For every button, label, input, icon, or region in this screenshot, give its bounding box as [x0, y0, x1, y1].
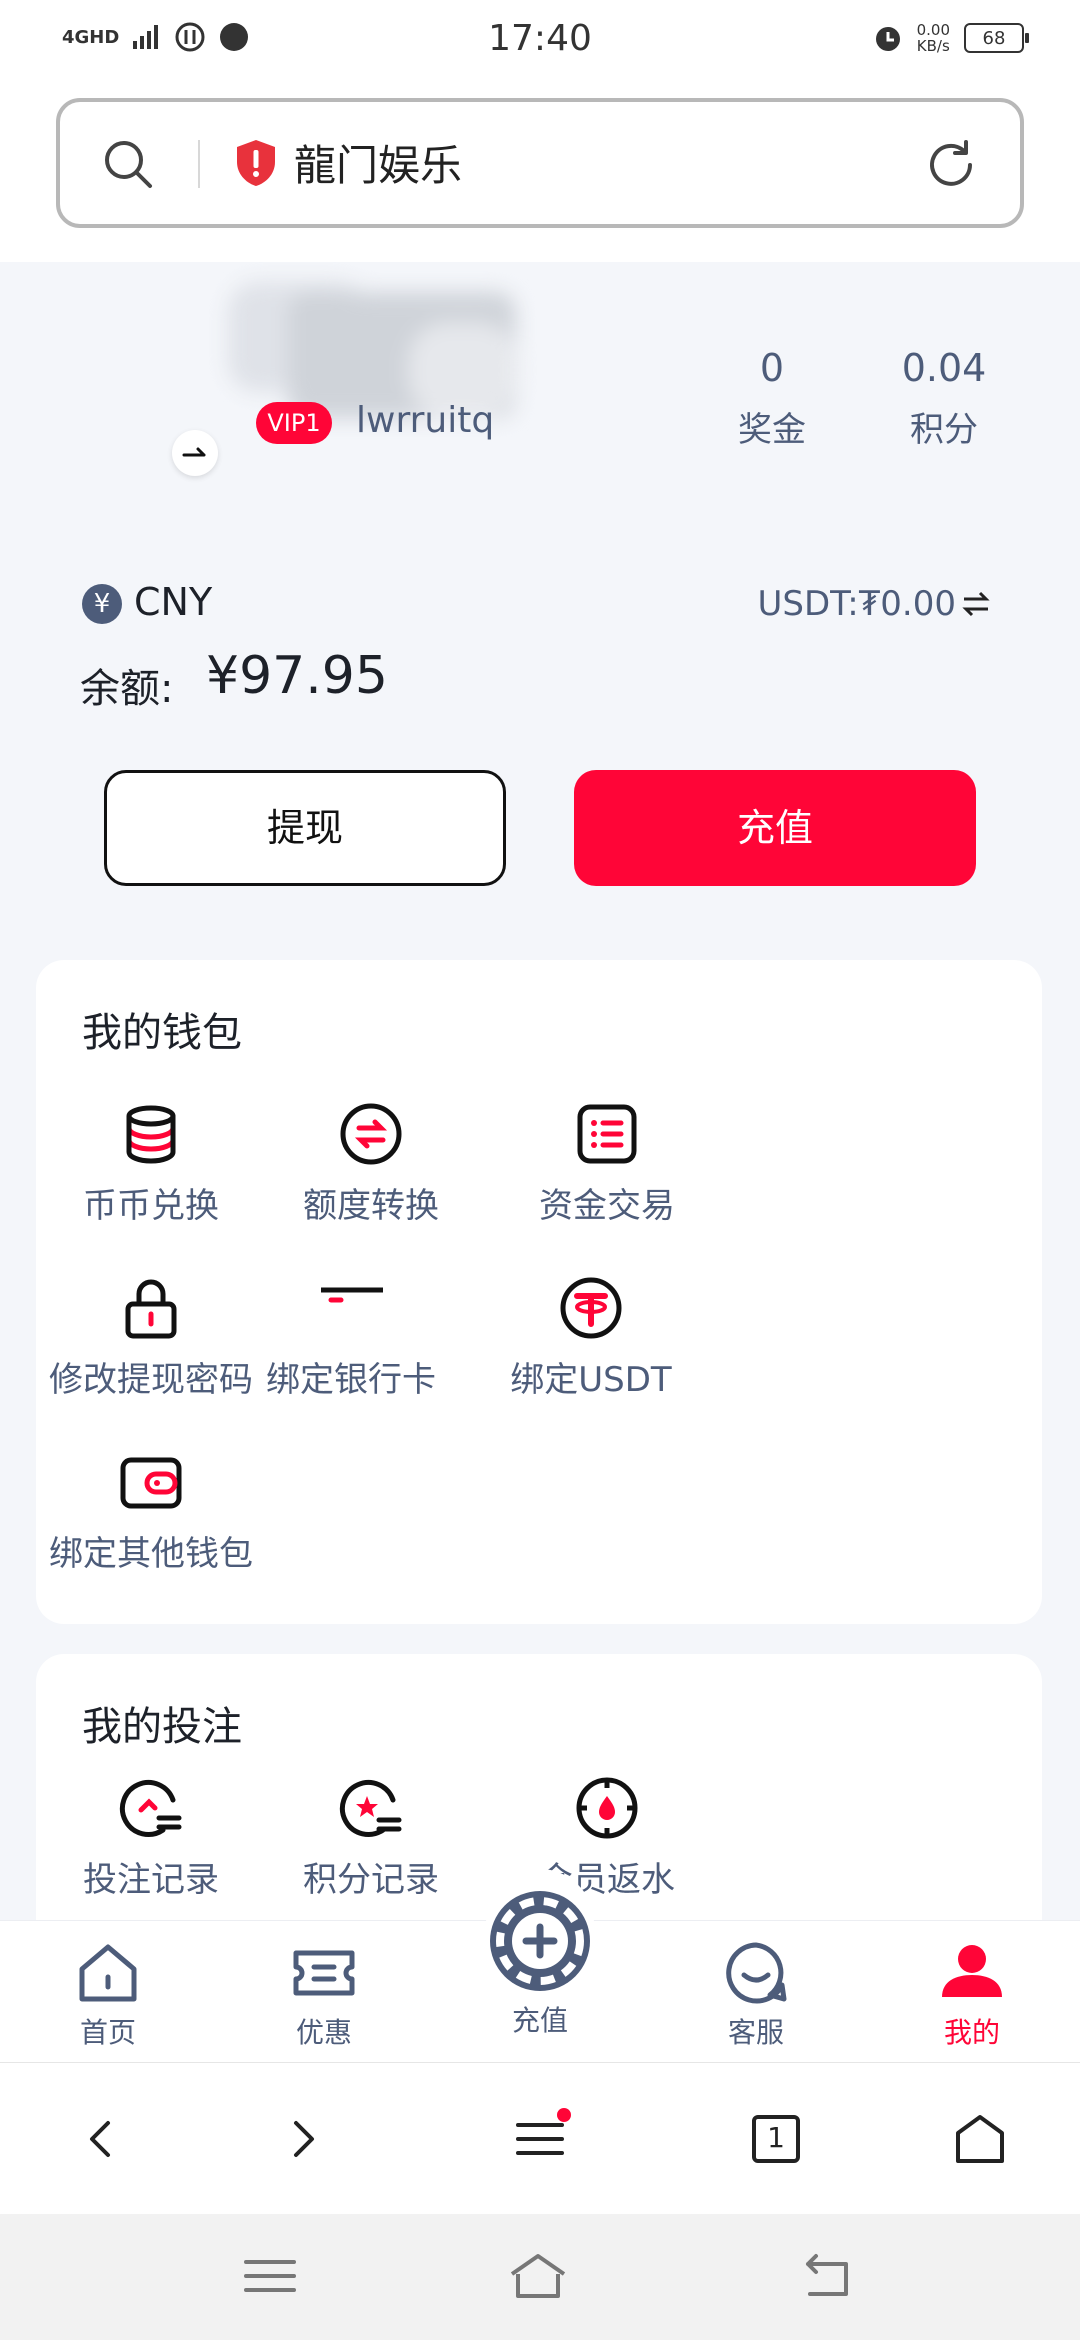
wallet-item-label: 币币兑换 — [83, 1186, 219, 1226]
points-label: 积分 — [910, 410, 978, 450]
nav-label: 首页 — [79, 2016, 136, 2049]
list-icon — [577, 1104, 637, 1164]
alarm-icon — [875, 27, 900, 51]
wallet-item-fund-transactions[interactable]: 资金交易 — [492, 1102, 722, 1227]
wallet-item-label: 绑定银行卡 — [266, 1360, 436, 1400]
balance-label: 余额: — [80, 666, 174, 712]
wallet-title: 我的钱包 — [82, 1010, 242, 1056]
search-icon[interactable] — [102, 138, 154, 190]
nav-label: 优惠 — [295, 2016, 352, 2049]
username: lwrruitq — [356, 400, 495, 441]
tab-count: 1 — [767, 2121, 785, 2154]
bets-item-label: 积分记录 — [303, 1860, 439, 1900]
status-bar: 4GHD 17:40 0.00 KB/s 68 — [0, 0, 1080, 84]
nav-label: 客服 — [727, 2016, 784, 2049]
bank-card-icon — [321, 1287, 383, 1303]
usdt-balance: USDT:₮0.00 — [757, 584, 956, 624]
address-bar[interactable]: 龍门娱乐 — [56, 98, 1024, 228]
battery-level: 68 — [982, 27, 1006, 49]
net-rate-value: 0.00 — [916, 21, 950, 39]
transfer-icon — [340, 1103, 402, 1165]
net-rate: 0.00 KB/s — [917, 22, 950, 54]
back-button-icon[interactable] — [796, 2250, 856, 2302]
bonus-value: 0 — [759, 346, 785, 390]
bonus-label: 奖金 — [738, 410, 806, 450]
withdraw-button[interactable]: 提现 — [104, 770, 506, 886]
wallet-item-transfer[interactable]: 额度转换 — [256, 1102, 486, 1227]
nav-item-home[interactable]: 首页 — [38, 1941, 178, 2051]
system-nav-bar — [0, 2214, 1080, 2340]
nav-item-recharge[interactable]: 充值 — [470, 1889, 610, 2039]
back-icon[interactable] — [70, 2107, 134, 2171]
wallet-item-bind-usdt[interactable]: 绑定USDT — [476, 1276, 706, 1401]
nav-item-me[interactable]: 我的 — [902, 1941, 1042, 2051]
rebate-icon — [576, 1777, 638, 1839]
main-content[interactable]: VIP1 lwrruitq 0 奖金 0.04 积分 ¥ CNY USDT:₮0… — [0, 262, 1080, 1920]
tabs-button[interactable]: 1 — [744, 2107, 808, 2171]
points-value: 0.04 — [901, 346, 987, 390]
bottom-nav: 首页 优惠 充值 客服 我的 — [0, 1869, 1080, 2062]
net-rate-unit: KB/s — [916, 37, 950, 55]
wallet-item-label: 额度转换 — [303, 1186, 439, 1226]
wallet-item-change-withdraw-password[interactable]: 修改提现密码 — [36, 1276, 266, 1401]
nav-item-promotions[interactable]: 优惠 — [254, 1941, 394, 2051]
currency-icon: ¥ — [82, 584, 122, 624]
lock-icon — [125, 1279, 177, 1339]
arrow-icon — [182, 447, 206, 457]
browser-toolbar: 1 — [0, 2062, 1080, 2214]
recent-apps-icon[interactable] — [240, 2250, 300, 2302]
usdt-icon — [560, 1277, 622, 1339]
wallet-item-label: 绑定USDT — [510, 1360, 672, 1400]
edit-avatar-button[interactable] — [172, 430, 218, 476]
bet-record-icon — [120, 1780, 182, 1837]
bets-item-label: 投注记录 — [83, 1860, 219, 1900]
bets-item-points-record[interactable]: 积分记录 — [256, 1776, 486, 1901]
menu-button[interactable] — [508, 2107, 572, 2171]
currency-label: CNY — [134, 580, 213, 624]
home-button-icon[interactable] — [508, 2250, 568, 2302]
chat-icon — [726, 1942, 787, 2004]
wallet-item-label: 修改提现密码 — [49, 1360, 253, 1400]
wallet-icon — [120, 1457, 182, 1509]
recharge-button[interactable]: 充值 — [574, 770, 976, 886]
reload-icon[interactable] — [924, 138, 978, 192]
wallet-item-label: 绑定其他钱包 — [49, 1534, 253, 1574]
coin-stack-icon — [126, 1105, 176, 1164]
site-name[interactable]: 龍门娱乐 — [294, 132, 462, 193]
wallet-card: 我的钱包 币币兑换 额度转换 资金交易 修改提现密码 绑定银行卡 绑定USDT … — [36, 960, 1042, 1624]
bets-item-bet-record[interactable]: 投注记录 — [36, 1776, 266, 1901]
status-right: 0.00 KB/s 68 — [873, 22, 1029, 54]
nav-item-customer-service[interactable]: 客服 — [686, 1941, 826, 2051]
user-icon — [942, 1945, 1002, 1997]
wallet-item-bind-other-wallet[interactable]: 绑定其他钱包 — [36, 1450, 266, 1575]
avatar[interactable] — [228, 282, 518, 418]
home-icon — [79, 1944, 137, 2002]
nav-label: 充值 — [511, 2004, 568, 2037]
forward-icon[interactable] — [270, 2107, 334, 2171]
wallet-item-bind-bank-card[interactable]: 绑定银行卡 — [236, 1276, 466, 1401]
nav-label: 我的 — [943, 2016, 1000, 2049]
battery-icon: 68 — [964, 23, 1029, 53]
home-page-icon[interactable] — [948, 2107, 1012, 2171]
balance-amount: ¥97.95 — [206, 646, 388, 706]
address-divider — [198, 140, 200, 188]
swap-icon[interactable] — [960, 588, 992, 620]
chip-plus-icon — [490, 1891, 590, 1991]
wallet-item-label: 资金交易 — [539, 1186, 675, 1226]
menu-icon — [516, 2108, 571, 2155]
ticket-icon — [293, 1950, 355, 1996]
bets-title: 我的投注 — [82, 1704, 242, 1750]
wallet-item-coin-exchange[interactable]: 币币兑换 — [36, 1102, 266, 1227]
points-record-icon — [340, 1780, 402, 1837]
shield-icon — [237, 140, 275, 186]
vip-badge: VIP1 — [256, 402, 332, 444]
